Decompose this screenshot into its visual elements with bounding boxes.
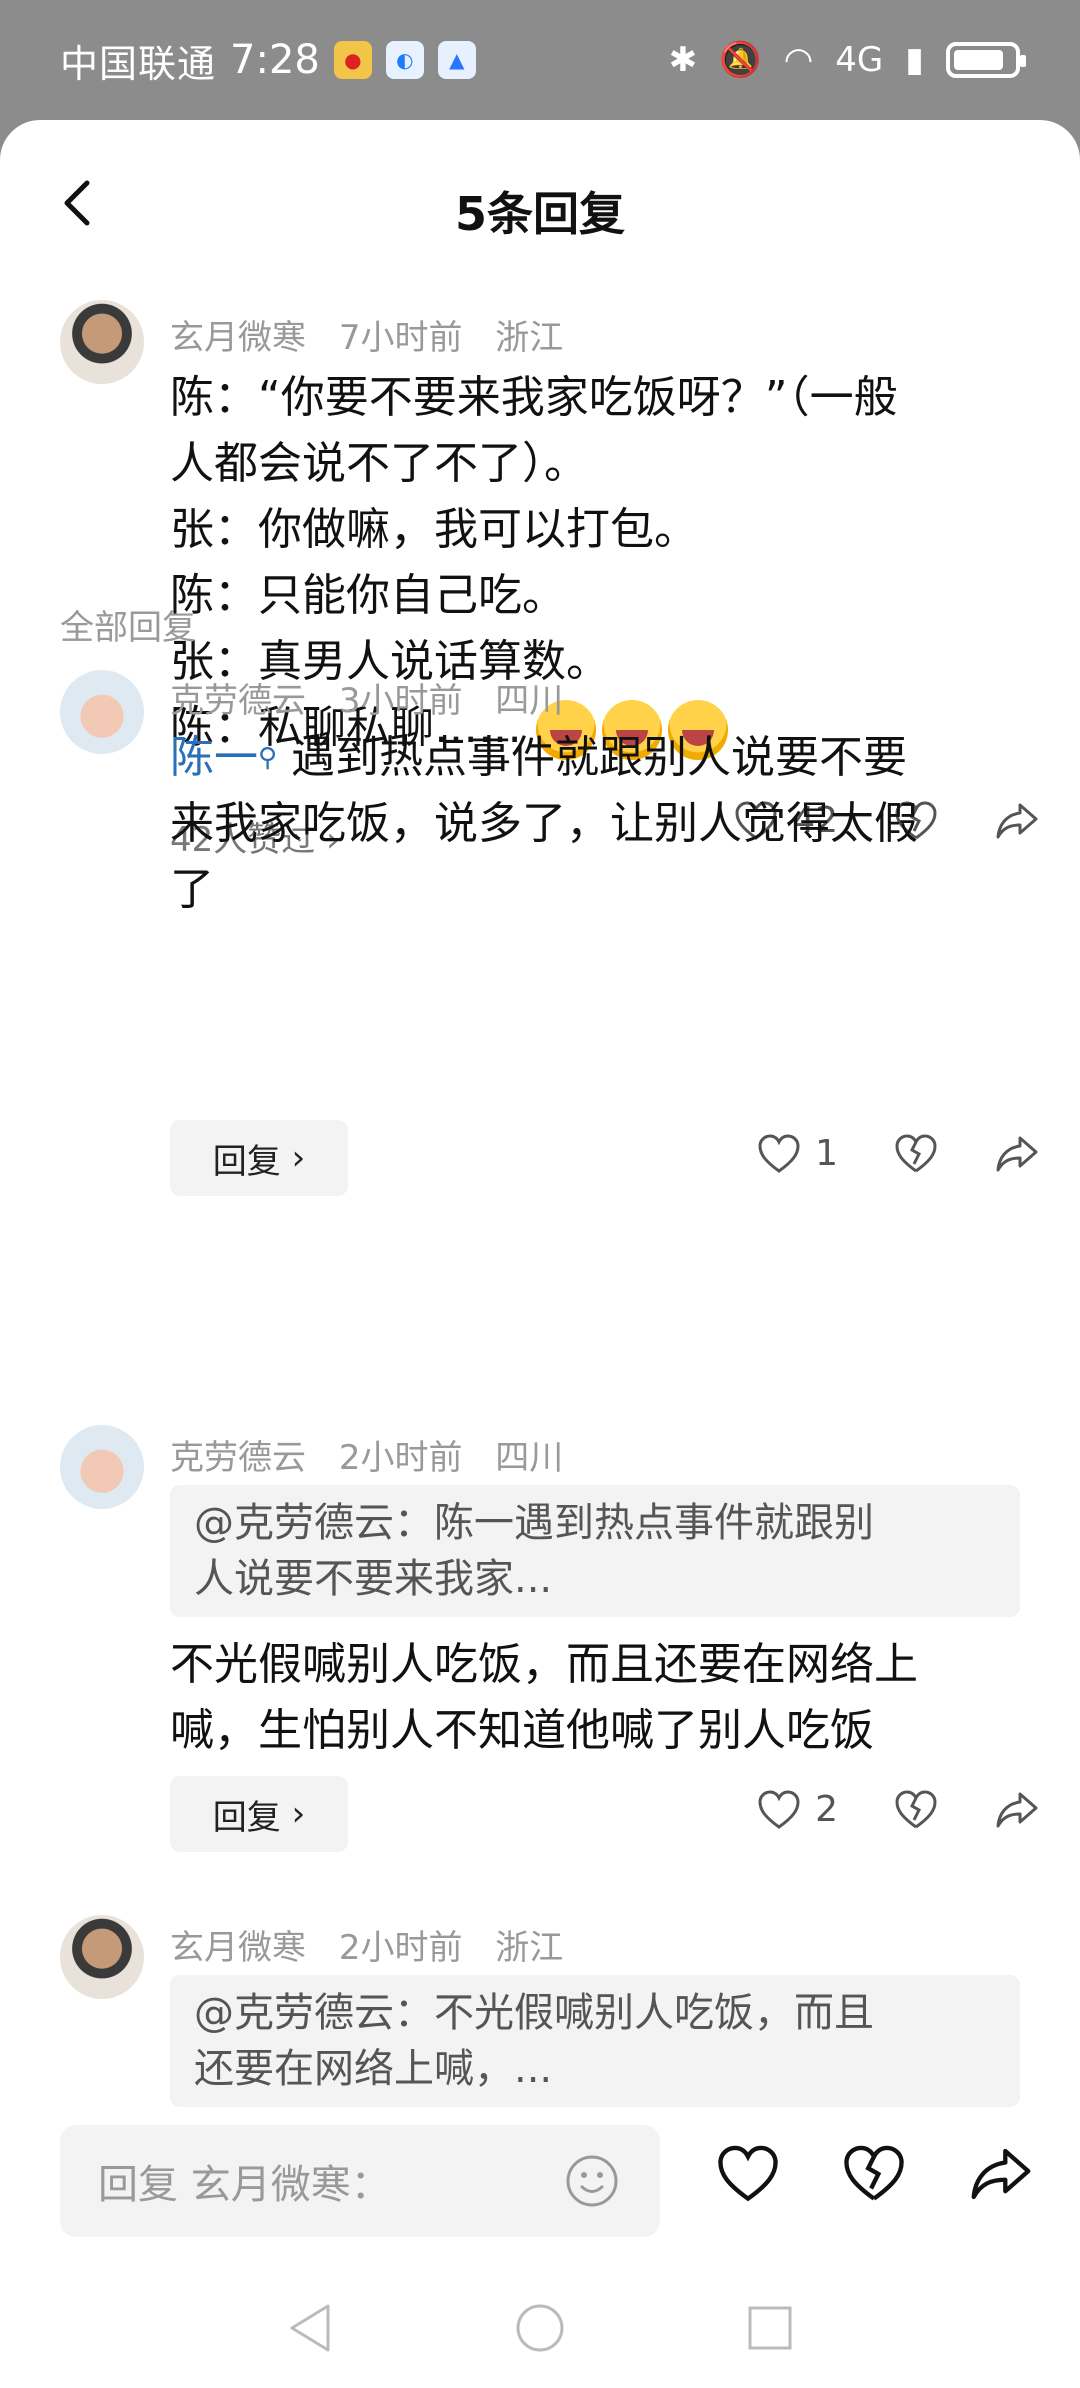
replies-sheet: 5条回复 玄月微寒 7小时前 浙江 陈：“你要不要来我家吃饭呀？”（一般 人都会…	[0, 120, 1080, 2388]
bottom-actions	[716, 2145, 1034, 2203]
reply-button[interactable]: 回复 ›	[170, 1776, 348, 1852]
comment-time: 7小时前	[338, 318, 463, 358]
reply-button[interactable]: 回复 ›	[170, 1120, 348, 1196]
weibo-app-icon: ●	[333, 41, 372, 79]
broken-heart-icon	[895, 1789, 937, 1828]
search-icon: ⚲	[258, 743, 278, 773]
wifi-icon: ◠	[783, 40, 814, 80]
comment-line: 了	[170, 864, 214, 915]
like-count: 2	[815, 1789, 838, 1830]
comment-body: 不光假喊别人吃饭，而且还要在网络上 喊，生怕别人不知道他喊了别人吃饭	[170, 1632, 1020, 1764]
network-type: 4G	[835, 40, 884, 80]
bluetooth-icon: ✱	[668, 40, 698, 80]
avatar[interactable]	[60, 300, 144, 384]
chevron-right-icon: ›	[280, 1794, 306, 1834]
comment-time: 3小时前	[338, 681, 463, 721]
carrier-label: 中国联通	[60, 41, 217, 86]
comment-line: 来我家吃饭，说多了，让别人觉得太假	[170, 798, 918, 849]
baidu-app-icon: ▲	[437, 41, 476, 79]
share-icon[interactable]	[968, 2145, 1034, 2203]
sheet-header: 5条回复	[0, 120, 1080, 290]
system-nav-bar	[0, 2268, 1080, 2388]
emoji-picker-icon[interactable]	[564, 2153, 620, 2219]
comment-line-text: 遇到热点事件就跟别人说要不要	[291, 732, 908, 783]
like-count: 1	[815, 1133, 838, 1174]
comment-line: 陈一⚲ 遇到热点事件就跟别人说要不要	[170, 725, 1020, 791]
comment-actions: 1	[711, 1133, 1040, 1174]
comment-body: 陈一⚲ 遇到热点事件就跟别人说要不要 来我家吃饭，说多了，让别人觉得太假 了	[170, 725, 1020, 923]
author-name[interactable]: 克劳德云	[170, 1438, 306, 1478]
comment-time: 2小时前	[338, 1928, 463, 1968]
comment-location: 浙江	[495, 1928, 564, 1968]
nav-back-icon[interactable]	[286, 2302, 334, 2354]
dislike-button[interactable]	[894, 1789, 938, 1830]
author-name[interactable]: 玄月微寒	[170, 318, 306, 358]
dislike-button[interactable]	[894, 1133, 938, 1174]
reply-input-placeholder: 回复 玄月微寒：	[98, 2162, 391, 2208]
comment-time: 2小时前	[338, 1438, 463, 1478]
like-button[interactable]: 2	[757, 1789, 838, 1830]
comment-meta: 玄月微寒 7小时前 浙江	[170, 310, 585, 359]
browser-app-icon: ◐	[385, 41, 424, 79]
chevron-right-icon: ›	[280, 1138, 306, 1178]
comment-line: 张：你做嘛，我可以打包。	[170, 504, 698, 555]
heart-icon[interactable]	[716, 2145, 780, 2203]
avatar[interactable]	[60, 670, 144, 754]
share-icon	[996, 1792, 1038, 1827]
author-name[interactable]: 玄月微寒	[170, 1928, 306, 1968]
share-button[interactable]	[994, 1790, 1040, 1830]
share-button[interactable]	[994, 1134, 1040, 1174]
clock: 7:28	[230, 37, 320, 83]
author-name[interactable]: 克劳德云	[170, 681, 306, 721]
comment-meta: 玄月微寒 2小时前 浙江	[170, 1920, 585, 1969]
comment-meta: 克劳德云 3小时前 四川	[170, 673, 585, 722]
quote-line: 还要在网络上喊，...	[194, 2046, 553, 2092]
quote-line: 人说要不要来我家...	[194, 1556, 553, 1602]
heart-icon	[758, 1133, 800, 1173]
reply-label: 回复	[212, 1141, 281, 1182]
comment-meta: 克劳德云 2小时前 四川	[170, 1430, 585, 1479]
comment-location: 浙江	[495, 318, 564, 358]
status-bar: 中国联通 7:28 ● ◐ ▲ ✱ 🔕 ◠ 4G ▮	[0, 0, 1080, 120]
comment-line: 喊，生怕别人不知道他喊了别人吃饭	[170, 1705, 874, 1756]
avatar[interactable]	[60, 1425, 144, 1509]
signal-icon: ▮	[905, 40, 924, 80]
nav-home-icon[interactable]	[514, 2302, 566, 2354]
reply-bar: 回复 玄月微寒：	[0, 2125, 1080, 2260]
comment-location: 四川	[495, 1438, 564, 1478]
comment-actions: 2	[711, 1789, 1040, 1830]
quoted-reply[interactable]: @克劳德云：陈一遇到热点事件就跟别 人说要不要来我家...	[170, 1485, 1020, 1617]
battery-icon	[946, 42, 1026, 78]
reply-label: 回复	[212, 1797, 281, 1838]
quote-line: @克劳德云：陈一遇到热点事件就跟别	[194, 1500, 874, 1546]
reply-input[interactable]: 回复 玄月微寒：	[60, 2125, 660, 2237]
comment-line: 人都会说不了不了）。	[170, 438, 588, 489]
comment-location: 四川	[495, 681, 564, 721]
like-button[interactable]: 1	[757, 1133, 838, 1174]
broken-heart-icon	[895, 1133, 937, 1172]
avatar[interactable]	[60, 1915, 144, 1999]
mute-bell-icon: 🔕	[719, 40, 762, 80]
nav-recents-icon[interactable]	[746, 2304, 794, 2352]
page-title: 5条回复	[454, 187, 625, 241]
section-label: 全部回复	[60, 608, 196, 648]
quote-line: @克劳德云：不光假喊别人吃饭，而且	[194, 1990, 874, 2036]
comment-line: 不光假喊别人吃饭，而且还要在网络上	[170, 1639, 918, 1690]
broken-heart-icon[interactable]	[842, 2145, 906, 2203]
heart-icon	[758, 1789, 800, 1829]
share-icon	[996, 1136, 1038, 1171]
mention-link[interactable]: 陈一	[170, 732, 258, 783]
quoted-reply[interactable]: @克劳德云：不光假喊别人吃饭，而且 还要在网络上喊，...	[170, 1975, 1020, 2107]
comment-line: 陈：“你要不要来我家吃饭呀？”（一般	[170, 372, 898, 423]
comment-line: 陈：只能你自己吃。	[170, 570, 566, 621]
